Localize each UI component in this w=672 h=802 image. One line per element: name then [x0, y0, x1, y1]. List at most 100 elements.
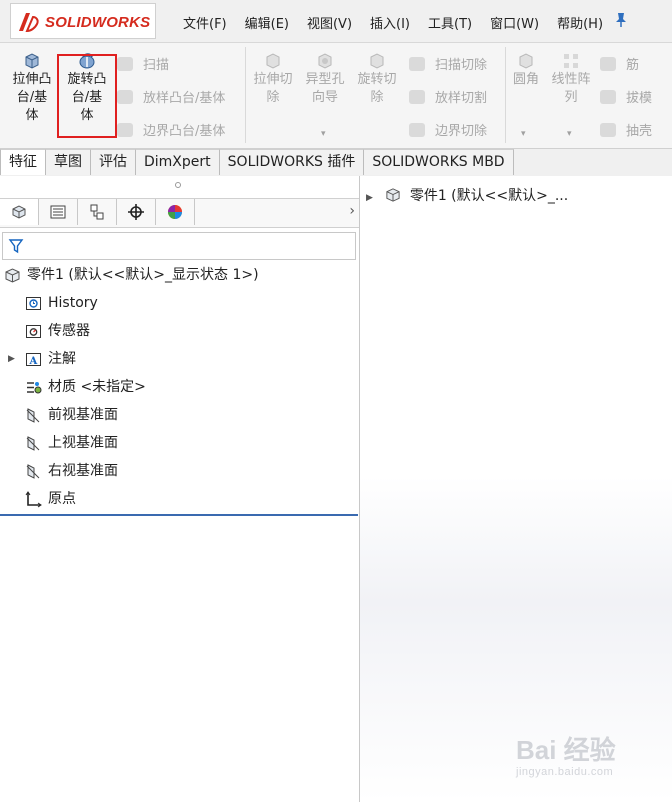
command-manager-tabs: 特征 草图 评估 DimXpert SOLIDWORKS 插件 SOLIDWOR…	[0, 149, 514, 175]
sensor-icon	[26, 325, 41, 338]
title-bar: SOLIDWORKS 文件(F) 编辑(E) 视图(V) 插入(I) 工具(T)…	[0, 0, 672, 43]
command-manager-ribbon: 拉伸凸 台/基 体 旋转凸 台/基 体 扫描 放样凸台/基体 边界凸台/基体 拉…	[0, 43, 672, 149]
graphics-area[interactable]: ▶ 零件1 (默认<<默认>_...	[360, 176, 672, 802]
baidu-watermark: Bai 经验 jingyan.baidu.com	[516, 722, 666, 792]
boundary-boss-label: 边界凸台/基体	[143, 124, 226, 139]
tree-root-label: 零件1 (默认<<默认>_显示状态 1>)	[27, 267, 259, 283]
sweep-button[interactable]: 扫描	[117, 54, 169, 73]
shell-icon	[600, 123, 616, 137]
rib-button[interactable]: 筋	[600, 54, 639, 73]
sweep-icon	[117, 57, 133, 71]
linear-pattern-icon	[564, 54, 578, 68]
displaymanager-tab[interactable]	[156, 199, 195, 225]
draft-button[interactable]: 拔模	[600, 87, 652, 106]
tree-item-label: 前视基准面	[48, 407, 118, 423]
material-icon	[27, 382, 42, 394]
tree-item-label: 原点	[48, 491, 76, 507]
watermark-brand: Bai 经验	[516, 735, 616, 765]
chevron-right-icon[interactable]: ›	[349, 203, 355, 219]
revolve-cut-label: 旋转切 除	[357, 72, 397, 105]
menu-insert[interactable]: 插入(I)	[370, 13, 410, 32]
linear-pattern-dropdown-icon[interactable]: ▾	[567, 129, 572, 139]
lofted-cut-button[interactable]: 放样切割	[409, 87, 487, 106]
draft-icon	[600, 90, 616, 104]
menu-file[interactable]: 文件(F)	[183, 13, 227, 32]
linear-pattern-label: 线性阵 列	[551, 72, 591, 105]
svg-text:A: A	[29, 356, 38, 367]
tab-evaluate[interactable]: 评估	[91, 149, 136, 175]
hole-wizard-icon	[318, 53, 332, 69]
extrude-cut-icon	[266, 53, 280, 69]
boundary-boss-icon	[117, 123, 133, 137]
revolve-cut-button[interactable]: 旋转切 除	[352, 51, 402, 107]
swept-cut-button[interactable]: 扫描切除	[409, 54, 487, 73]
tree-item-label: 传感器	[48, 323, 90, 339]
shell-button[interactable]: 抽壳	[600, 120, 652, 139]
featuremanager-tree-tab[interactable]	[0, 199, 39, 225]
part-tree-icon	[12, 205, 26, 219]
swept-cut-icon	[409, 57, 425, 71]
menu-window[interactable]: 窗口(W)	[490, 13, 539, 32]
propertymanager-tab[interactable]	[39, 199, 78, 225]
dimxpertmanager-tab[interactable]	[117, 199, 156, 225]
plane-icon	[26, 408, 40, 423]
filter-icon[interactable]	[8, 238, 24, 254]
rib-label: 筋	[626, 58, 640, 73]
tab-sketch[interactable]: 草图	[46, 149, 91, 175]
fillet-button[interactable]: 圆角	[508, 51, 544, 89]
boundary-boss-button[interactable]: 边界凸台/基体	[117, 120, 225, 139]
swept-cut-label: 扫描切除	[435, 58, 488, 73]
tree-item-label: 材质 <未指定>	[48, 379, 146, 395]
panel-grip-handle[interactable]	[175, 182, 181, 188]
fillet-dropdown-icon[interactable]: ▾	[521, 129, 526, 139]
solidworks-logo[interactable]: SOLIDWORKS	[10, 3, 156, 39]
configurationmanager-tab[interactable]	[78, 199, 117, 225]
appearance-ball-icon	[168, 205, 182, 219]
flyout-tree-part[interactable]: ▶ 零件1 (默认<<默认>_...	[366, 186, 568, 206]
boundary-cut-button[interactable]: 边界切除	[409, 120, 487, 139]
feature-manager-panel: › 零件1 (默认<<默认>_显示状态 1>) History 传感器 ▶ A …	[0, 176, 360, 802]
ds-logo-icon	[19, 13, 39, 33]
feature-manager-tabs: ›	[0, 198, 359, 228]
origin-icon	[25, 491, 42, 508]
menu-tools[interactable]: 工具(T)	[428, 13, 472, 32]
tab-dimxpert[interactable]: DimXpert	[136, 149, 220, 175]
part-icon	[386, 188, 400, 202]
boundary-cut-icon	[409, 123, 425, 137]
pin-icon[interactable]	[614, 12, 628, 28]
menu-help[interactable]: 帮助(H)	[557, 13, 603, 32]
property-list-icon	[50, 205, 66, 219]
tab-addins[interactable]: SOLIDWORKS 插件	[219, 149, 365, 175]
plane-icon	[26, 464, 40, 479]
draft-label: 拔模	[626, 91, 653, 106]
expand-arrow-icon[interactable]: ▶	[366, 193, 373, 203]
extrude-boss-button[interactable]: 拉伸凸 台/基 体	[8, 51, 56, 125]
loft-boss-icon	[117, 90, 133, 104]
tree-filter-bar[interactable]	[2, 232, 356, 260]
sweep-label: 扫描	[143, 58, 170, 73]
ribbon-separator	[505, 47, 506, 143]
tab-features[interactable]: 特征	[0, 149, 46, 175]
linear-pattern-button[interactable]: 线性阵 列	[546, 51, 596, 107]
plane-icon	[26, 436, 40, 451]
menu-bar: 文件(F) 编辑(E) 视图(V) 插入(I) 工具(T) 窗口(W) 帮助(H…	[183, 13, 621, 32]
part-icon	[5, 268, 20, 283]
menu-edit[interactable]: 编辑(E)	[245, 13, 289, 32]
configuration-icon	[90, 204, 104, 220]
extrude-boss-icon	[25, 53, 39, 69]
panel-bottom-divider[interactable]	[0, 514, 358, 516]
loft-boss-button[interactable]: 放样凸台/基体	[117, 87, 225, 106]
expand-arrow-icon[interactable]: ▶	[8, 354, 15, 364]
hole-wizard-button[interactable]: 异型孔 向导	[300, 51, 350, 107]
shell-label: 抽壳	[626, 124, 653, 139]
menu-view[interactable]: 视图(V)	[307, 13, 352, 32]
extrude-cut-button[interactable]: 拉伸切 除	[248, 51, 298, 107]
tree-item-label: History	[48, 295, 98, 311]
tab-mbd[interactable]: SOLIDWORKS MBD	[364, 149, 514, 175]
boundary-cut-label: 边界切除	[435, 124, 488, 139]
logo-text: SOLIDWORKS	[45, 14, 151, 31]
hole-wizard-dropdown-icon[interactable]: ▾	[321, 129, 326, 139]
tree-item-label: 注解	[48, 351, 76, 367]
fillet-label: 圆角	[512, 72, 539, 87]
highlight-box	[57, 54, 117, 138]
